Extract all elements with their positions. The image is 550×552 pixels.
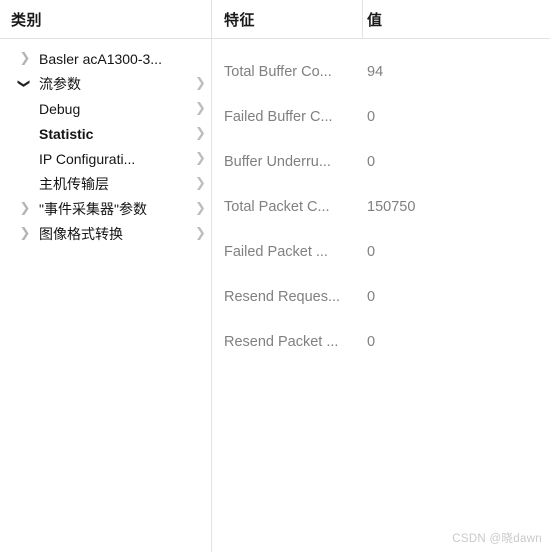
feature-value-table: Total Buffer Co... 94 Failed Buffer C... 0 B… xyxy=(212,39,550,552)
chevron-right-icon[interactable]: ❯ xyxy=(18,221,32,246)
chevron-right-icon[interactable]: ❯ xyxy=(18,196,32,221)
column-header-value[interactable]: 值 xyxy=(367,0,383,38)
submenu-chevron-right-icon[interactable]: ❯ xyxy=(194,171,207,196)
submenu-chevron-right-icon[interactable]: ❯ xyxy=(194,146,207,171)
tree-item-label: Basler acA1300-3... xyxy=(39,50,162,67)
tree-item-1[interactable]: ❯ Basler acA1300-3... xyxy=(0,46,211,71)
tree-item-2[interactable]: ❯ 流参数 ❯ xyxy=(0,71,211,96)
feature-name-cell: Resend Reques... xyxy=(224,288,341,305)
header-divider-1[interactable] xyxy=(211,0,212,38)
tree-item-label: 主机传输层 xyxy=(39,175,109,192)
table-row[interactable]: Resend Packet ... 0 xyxy=(212,319,550,364)
tree-item-label: Statistic xyxy=(39,125,94,142)
submenu-chevron-right-icon[interactable]: ❯ xyxy=(194,196,207,221)
tree-item-3[interactable]: Debug ❯ xyxy=(0,96,211,121)
tree-item-8[interactable]: ❯ 图像格式转换 ❯ xyxy=(0,221,211,246)
feature-value-cell: 150750 xyxy=(367,198,416,215)
tree-item-label: 流参数 xyxy=(39,75,81,92)
column-header-category[interactable]: 类别 xyxy=(11,0,42,38)
feature-name-cell: Resend Packet ... xyxy=(224,333,339,350)
feature-name-cell: Failed Buffer C... xyxy=(224,108,333,125)
feature-value-cell: 0 xyxy=(367,153,376,170)
table-row[interactable]: Failed Packet ... 0 xyxy=(212,229,550,274)
table-row[interactable]: Failed Buffer C... 0 xyxy=(212,94,550,139)
tree-item-6[interactable]: 主机传输层 ❯ xyxy=(0,171,211,196)
table-row[interactable]: Buffer Underru... 0 xyxy=(212,139,550,184)
tree-item-label: 图像格式转换 xyxy=(39,225,123,242)
feature-value-cell: 0 xyxy=(367,288,376,305)
feature-name-cell: Failed Packet ... xyxy=(224,243,328,260)
chevron-down-icon[interactable]: ❯ xyxy=(13,77,38,91)
category-tree-panel: ❯ Basler acA1300-3... ❯ 流参数 ❯ Debug ❯ Statistic… xyxy=(0,39,211,552)
property-browser-window: 类别 特征 值 ❯ Basler acA1300-3... ❯ 流参数 ❯ Debug ❯ S… xyxy=(0,0,550,552)
tree-item-label: Debug xyxy=(39,100,81,117)
feature-value-cell: 0 xyxy=(367,243,376,260)
column-header-feature[interactable]: 特征 xyxy=(224,0,255,38)
watermark-label: CSDN @晓dawn xyxy=(452,533,542,545)
submenu-chevron-right-icon[interactable]: ❯ xyxy=(194,221,207,246)
header-divider-2[interactable] xyxy=(362,0,363,38)
tree-item-4[interactable]: Statistic ❯ xyxy=(0,121,211,146)
chevron-right-icon[interactable]: ❯ xyxy=(18,46,32,71)
tree-item-label: IP Configurati... xyxy=(39,150,136,167)
feature-name-cell: Total Buffer Co... xyxy=(224,63,332,80)
column-header-bar: 类别 特征 值 xyxy=(0,0,550,39)
table-row[interactable]: Total Buffer Co... 94 xyxy=(212,49,550,94)
submenu-chevron-right-icon[interactable]: ❯ xyxy=(194,121,207,146)
submenu-chevron-right-icon[interactable]: ❯ xyxy=(194,71,207,96)
table-row[interactable]: Total Packet C... 150750 xyxy=(212,184,550,229)
feature-name-cell: Buffer Underru... xyxy=(224,153,331,170)
feature-value-cell: 94 xyxy=(367,63,384,80)
table-row[interactable]: Resend Reques... 0 xyxy=(212,274,550,319)
feature-name-cell: Total Packet C... xyxy=(224,198,330,215)
tree-item-5[interactable]: IP Configurati... ❯ xyxy=(0,146,211,171)
submenu-chevron-right-icon[interactable]: ❯ xyxy=(194,96,207,121)
feature-value-cell: 0 xyxy=(367,333,376,350)
tree-item-label: "事件采集器"参数 xyxy=(39,200,147,217)
tree-item-7[interactable]: ❯ "事件采集器"参数 ❯ xyxy=(0,196,211,221)
feature-value-cell: 0 xyxy=(367,108,376,125)
